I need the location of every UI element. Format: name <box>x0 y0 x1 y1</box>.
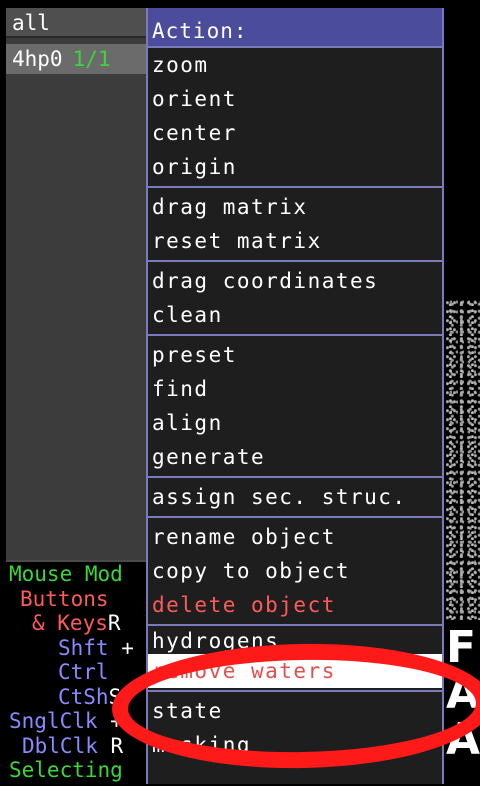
menu-item-drag-coordinates[interactable]: drag coordinates <box>148 264 442 298</box>
menu-item-center[interactable]: center <box>148 116 442 150</box>
mouse-dbl-row: DblClk R <box>22 733 124 758</box>
background-watermark: F A A <box>446 625 480 765</box>
menu-item-rename-object[interactable]: rename object <box>148 520 442 554</box>
menu-item-hydrogens[interactable]: hydrogens <box>148 628 442 654</box>
mouse-ctrl-row: Ctrl <box>58 660 109 684</box>
mouse-buttons-label: Buttons <box>20 586 109 611</box>
mouse-ctsh-row: CtShS <box>58 684 122 709</box>
menu-item-preset[interactable]: preset <box>148 338 442 372</box>
mouse-selecting-row: Selecting <box>9 758 123 782</box>
menu-item-delete-object[interactable]: delete object <box>148 588 442 622</box>
object-all-label: all <box>12 11 50 35</box>
menu-separator <box>148 624 442 626</box>
menu-item-origin[interactable]: origin <box>148 150 442 184</box>
menu-item-zoom[interactable]: zoom <box>148 48 442 82</box>
object-name: 4hp0 <box>12 47 63 71</box>
mouse-keys-row: & KeysR <box>32 611 121 635</box>
molecule-render <box>446 300 480 620</box>
action-menu: Action: zoom orient center origin drag m… <box>146 8 444 784</box>
menu-item-reset-matrix[interactable]: reset matrix <box>148 224 442 258</box>
object-state: 1/1 <box>72 47 111 71</box>
menu-item-align[interactable]: align <box>148 406 442 440</box>
menu-separator <box>148 186 442 188</box>
menu-item-state[interactable]: state <box>148 694 442 728</box>
menu-item-masking[interactable]: masking <box>148 728 442 762</box>
menu-item-find[interactable]: find <box>148 372 442 406</box>
menu-item-copy-to-object[interactable]: copy to object <box>148 554 442 588</box>
mouse-mode-panel: Mouse Mod Buttons & KeysR Shft + Ctrl Ct… <box>6 560 146 786</box>
mouse-sngl-row: SnglClk + <box>9 709 123 733</box>
object-row-4hp0[interactable]: 4hp0 1/1 <box>6 44 146 74</box>
menu-item-remove-waters[interactable]: remove waters <box>148 654 442 688</box>
menu-item-generate[interactable]: generate <box>148 440 442 474</box>
menu-header: Action: <box>148 8 442 48</box>
menu-item-clean[interactable]: clean <box>148 298 442 332</box>
menu-item-orient[interactable]: orient <box>148 82 442 116</box>
menu-separator <box>148 690 442 692</box>
menu-item-assign-sec-struc[interactable]: assign sec. struc. <box>148 480 442 514</box>
menu-separator <box>148 516 442 518</box>
menu-separator <box>148 260 442 262</box>
mouse-mode-title: Mouse Mod <box>9 562 123 586</box>
menu-separator <box>148 334 442 336</box>
menu-item-drag-matrix[interactable]: drag matrix <box>148 190 442 224</box>
mouse-shft-row: Shft + <box>58 635 134 660</box>
object-all-row[interactable]: all <box>6 8 146 38</box>
menu-separator <box>148 476 442 478</box>
